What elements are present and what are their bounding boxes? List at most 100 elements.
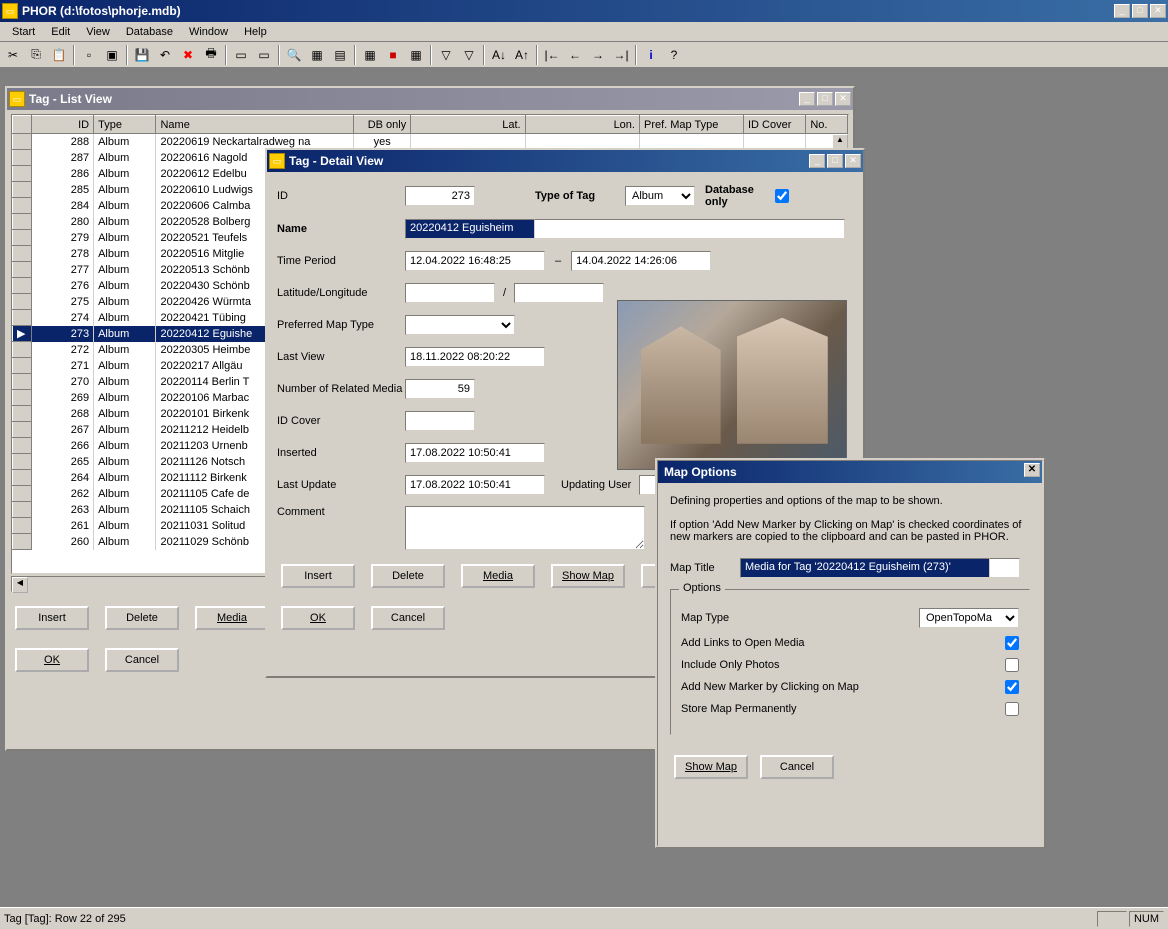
- detail-media-button[interactable]: Media: [461, 564, 535, 588]
- detail-showmap-button[interactable]: Show Map: [551, 564, 625, 588]
- print-icon[interactable]: 🖶: [200, 44, 222, 66]
- scroll-left-icon[interactable]: ◀: [12, 577, 28, 593]
- find-icon[interactable]: 🔍: [283, 44, 305, 66]
- list-close-button[interactable]: ✕: [835, 92, 851, 106]
- dbonly-checkbox[interactable]: [775, 189, 789, 203]
- menu-view[interactable]: View: [78, 24, 118, 40]
- sort-desc-icon[interactable]: A↑: [511, 44, 533, 66]
- opt-addmarker-checkbox[interactable]: [1005, 680, 1019, 694]
- undo-icon[interactable]: ↶: [154, 44, 176, 66]
- period-to-field[interactable]: [571, 251, 711, 271]
- type-select[interactable]: Album: [625, 186, 695, 206]
- lastview-field[interactable]: [405, 347, 545, 367]
- id-field[interactable]: [405, 186, 475, 206]
- detail-titlebar[interactable]: ▭ Tag - Detail View _ □ ✕: [267, 150, 863, 172]
- prev-icon[interactable]: ←: [564, 44, 586, 66]
- opt-addlinks-label: Add Links to Open Media: [681, 637, 805, 649]
- copy-icon[interactable]: ⎘: [25, 44, 47, 66]
- menu-database[interactable]: Database: [118, 24, 181, 40]
- open-icon[interactable]: ▣: [101, 44, 123, 66]
- save-icon[interactable]: 💾: [131, 44, 153, 66]
- detail-insert-button[interactable]: Insert: [281, 564, 355, 588]
- inserted-field[interactable]: [405, 443, 545, 463]
- stop-icon[interactable]: ■: [382, 44, 404, 66]
- info-icon[interactable]: i: [640, 44, 662, 66]
- menu-start[interactable]: Start: [4, 24, 43, 40]
- name-field[interactable]: 20220412 Eguisheim: [405, 219, 535, 239]
- menubar: Start Edit View Database Window Help: [0, 22, 1168, 42]
- list-titlebar[interactable]: ▭ Tag - List View _ □ ✕: [7, 88, 853, 110]
- sort-asc-icon[interactable]: A↓: [488, 44, 510, 66]
- grid-col-9[interactable]: No.: [806, 116, 848, 134]
- detail-ok-button[interactable]: OK: [281, 606, 355, 630]
- grid-col-4[interactable]: DB only: [354, 116, 411, 134]
- refresh-icon[interactable]: ▦: [405, 44, 427, 66]
- filter-off-icon[interactable]: ▽: [458, 44, 480, 66]
- paste-icon[interactable]: 📋: [48, 44, 70, 66]
- grid-icon[interactable]: ▦: [306, 44, 328, 66]
- lat-field[interactable]: [405, 283, 495, 303]
- grid-col-3[interactable]: Name: [156, 116, 354, 134]
- detail-delete-button[interactable]: Delete: [371, 564, 445, 588]
- opt-addlinks-checkbox[interactable]: [1005, 636, 1019, 650]
- grid-col-2[interactable]: Type: [94, 116, 156, 134]
- opt-store-checkbox[interactable]: [1005, 702, 1019, 716]
- grid-col-0[interactable]: [13, 116, 32, 134]
- maptype-select[interactable]: [405, 315, 515, 335]
- help-icon[interactable]: ?: [663, 44, 685, 66]
- opt-maptype-select[interactable]: OpenTopoMa: [919, 608, 1019, 628]
- minimize-button[interactable]: _: [1114, 4, 1130, 18]
- folder2-icon[interactable]: ▭: [253, 44, 275, 66]
- list-delete-button[interactable]: Delete: [105, 606, 179, 630]
- lastupdate-field[interactable]: [405, 475, 545, 495]
- grid-col-1[interactable]: ID: [31, 116, 93, 134]
- idcover-field[interactable]: [405, 411, 475, 431]
- toolbar: ✂ ⎘ 📋 ▫ ▣ 💾 ↶ ✖ 🖶 ▭ ▭ 🔍 ▦ ▤ ▦ ■ ▦ ▽ ▽ A↓…: [0, 42, 1168, 68]
- filter-icon[interactable]: ▽: [435, 44, 457, 66]
- grid-col-7[interactable]: Pref. Map Type: [639, 116, 743, 134]
- list-maximize-button[interactable]: □: [817, 92, 833, 106]
- nummedia-field[interactable]: [405, 379, 475, 399]
- delete-icon[interactable]: ✖: [177, 44, 199, 66]
- latlon-label: Latitude/Longitude: [277, 287, 405, 299]
- list-ok-button[interactable]: OK: [15, 648, 89, 672]
- type-label: Type of Tag: [535, 190, 625, 202]
- map-options-dialog: Map Options ✕ Defining properties and op…: [655, 458, 1045, 848]
- detail-maximize-button[interactable]: □: [827, 154, 843, 168]
- mdi-area: ▭ Tag - List View _ □ ✕ IDTypeNameDB onl…: [0, 68, 1168, 907]
- list-media-button[interactable]: Media: [195, 606, 269, 630]
- period-from-field[interactable]: [405, 251, 545, 271]
- close-button[interactable]: ✕: [1150, 4, 1166, 18]
- list-minimize-button[interactable]: _: [799, 92, 815, 106]
- zoom-icon[interactable]: ▤: [329, 44, 351, 66]
- mapopt-titlebar[interactable]: Map Options: [658, 461, 1042, 483]
- tile-icon[interactable]: ▦: [359, 44, 381, 66]
- detail-cancel-button[interactable]: Cancel: [371, 606, 445, 630]
- detail-minimize-button[interactable]: _: [809, 154, 825, 168]
- grid-col-6[interactable]: Lon.: [525, 116, 639, 134]
- maptitle-field[interactable]: Media for Tag '20220412 Eguisheim (273)': [740, 558, 990, 578]
- mapopt-cancel-button[interactable]: Cancel: [760, 755, 834, 779]
- mapopt-desc1: Defining properties and options of the m…: [670, 495, 1030, 507]
- lon-field[interactable]: [514, 283, 604, 303]
- menu-window[interactable]: Window: [181, 24, 236, 40]
- maximize-button[interactable]: □: [1132, 4, 1148, 18]
- list-cancel-button[interactable]: Cancel: [105, 648, 179, 672]
- first-icon[interactable]: |←: [541, 44, 563, 66]
- opt-onlyphotos-checkbox[interactable]: [1005, 658, 1019, 672]
- next-icon[interactable]: →: [587, 44, 609, 66]
- inserted-label: Inserted: [277, 447, 405, 459]
- new-icon[interactable]: ▫: [78, 44, 100, 66]
- grid-col-8[interactable]: ID Cover: [743, 116, 805, 134]
- menu-edit[interactable]: Edit: [43, 24, 78, 40]
- comment-field[interactable]: [405, 506, 645, 550]
- cut-icon[interactable]: ✂: [2, 44, 24, 66]
- last-icon[interactable]: →|: [610, 44, 632, 66]
- folder-icon[interactable]: ▭: [230, 44, 252, 66]
- mapopt-showmap-button[interactable]: Show Map: [674, 755, 748, 779]
- mapopt-close-button[interactable]: ✕: [1024, 463, 1040, 477]
- menu-help[interactable]: Help: [236, 24, 275, 40]
- detail-close-button[interactable]: ✕: [845, 154, 861, 168]
- list-insert-button[interactable]: Insert: [15, 606, 89, 630]
- grid-col-5[interactable]: Lat.: [411, 116, 525, 134]
